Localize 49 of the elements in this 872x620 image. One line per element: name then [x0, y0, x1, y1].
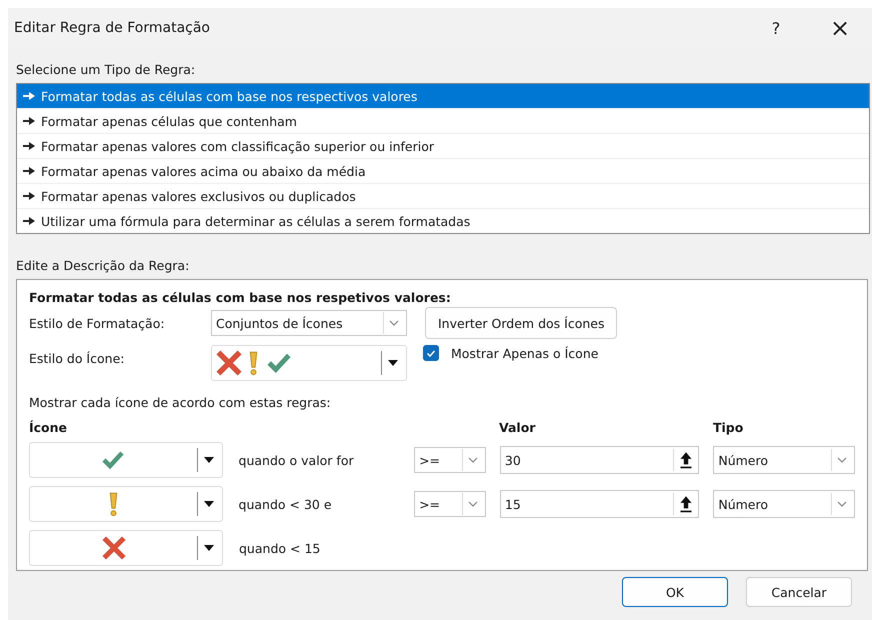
- pointer-icon: [23, 217, 35, 225]
- rule-type-item[interactable]: Utilizar uma fórmula para determinar as células a serem formatadas: [17, 209, 869, 233]
- value-input[interactable]: 15: [500, 490, 700, 518]
- cross-icon: [216, 350, 242, 376]
- rules-label: Mostrar cada ícone de acordo com estas regras:: [29, 395, 332, 410]
- pointer-icon: [23, 192, 35, 200]
- icon-style-dropdown[interactable]: [211, 345, 407, 381]
- pointer-icon: [23, 92, 35, 100]
- rule-type-item[interactable]: Formatar apenas valores exclusivos ou duplicados: [17, 184, 869, 209]
- type-dropdown[interactable]: Número: [713, 446, 855, 474]
- reverse-icons-button[interactable]: Inverter Ordem dos Ícones: [425, 307, 618, 339]
- field-label: Estilo de Formatação:: [29, 316, 166, 330]
- icon-dropdown[interactable]: [29, 442, 223, 478]
- ok-button[interactable]: OK: [622, 577, 728, 607]
- column-header: Ícone: [29, 420, 68, 437]
- description-heading: Formatar todas as células com base nos respetivos valores:: [29, 290, 452, 305]
- close-button[interactable]: ×: [808, 8, 872, 48]
- exclamation-icon: [108, 491, 119, 517]
- condition-text: quando < 15: [238, 540, 322, 556]
- rule-type-item[interactable]: Formatar apenas valores com classificação superior ou inferior: [17, 134, 869, 159]
- help-button[interactable]: ?: [744, 8, 808, 48]
- operator-dropdown[interactable]: >=: [414, 491, 486, 517]
- icon-dropdown[interactable]: [29, 530, 223, 566]
- caret-icon: [204, 501, 214, 507]
- field-label: Estilo do Ícone:: [29, 350, 126, 366]
- format-style-dropdown[interactable]: Conjuntos de Ícones: [211, 310, 407, 336]
- pointer-icon: [23, 117, 35, 125]
- cancel-button[interactable]: Cancelar: [746, 577, 852, 607]
- window-title: Editar Regra de Formatação: [14, 20, 211, 36]
- operator-dropdown[interactable]: >=: [414, 447, 486, 473]
- section-label: Selecione um Tipo de Regra:: [16, 62, 196, 77]
- pointer-icon: [23, 167, 35, 175]
- condition-text: quando o valor for: [238, 452, 355, 468]
- exclamation-icon: [248, 350, 259, 376]
- caret-icon: [204, 457, 214, 463]
- caret-icon: [388, 360, 398, 366]
- pointer-icon: [23, 142, 35, 150]
- column-header: Tipo: [713, 420, 744, 437]
- show-icon-only-checkbox[interactable]: Mostrar Apenas o Ícone: [423, 345, 598, 361]
- section-label: Edite a Descrição da Regra:: [16, 258, 190, 273]
- condition-text: quando < 30 e: [238, 496, 333, 512]
- caret-icon: [204, 545, 214, 551]
- type-dropdown[interactable]: Número: [713, 490, 855, 518]
- cross-icon: [100, 536, 126, 560]
- column-header: Valor: [499, 420, 536, 437]
- value-input[interactable]: 30: [500, 446, 700, 474]
- rule-type-item[interactable]: Formatar todas as células com base nos respectivos valores: [17, 84, 869, 109]
- rule-type-item[interactable]: Formatar apenas valores acima ou abaixo da média: [17, 159, 869, 184]
- rule-type-item[interactable]: Formatar apenas células que contenham: [17, 109, 869, 134]
